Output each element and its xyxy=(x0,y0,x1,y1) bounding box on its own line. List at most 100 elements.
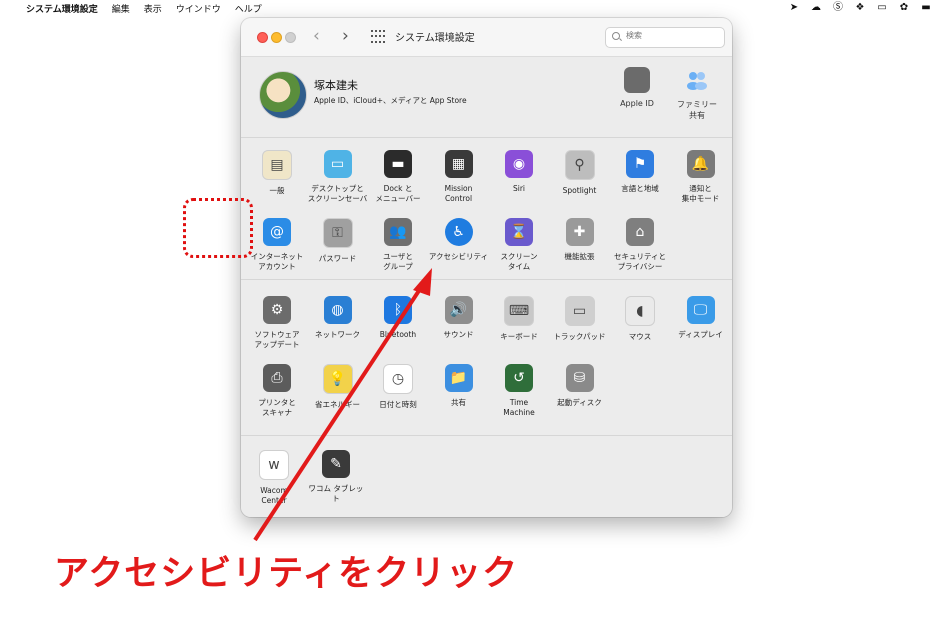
menu-help[interactable]: ヘルプ xyxy=(235,2,262,15)
accessibility-highlight-ring xyxy=(183,198,253,258)
pane-label: 省エネルギー xyxy=(315,400,360,409)
keyboard-icon: ⌨ xyxy=(504,296,534,326)
user-subtitle[interactable]: Apple ID、iCloud+、メディアと App Store xyxy=(314,95,467,106)
pane-trackpad[interactable]: ▭ トラックパッド xyxy=(549,296,611,342)
pane-label: ワコム タブレット xyxy=(308,484,364,503)
pane-startup-disk[interactable]: ⛁ 起動ディスク xyxy=(549,364,611,408)
pane-sharing[interactable]: 📁 共有 xyxy=(428,364,490,408)
pane-label: Siri xyxy=(512,184,525,193)
app-extension-icon[interactable]: ✿ xyxy=(898,2,910,14)
pane-internet-accounts[interactable]: @ インターネット アカウント xyxy=(246,218,308,272)
date-time-icon: ◷ xyxy=(383,364,413,394)
family-sharing-icon xyxy=(684,67,710,93)
minimize-button[interactable] xyxy=(271,32,282,43)
skype-icon[interactable]: Ⓢ xyxy=(832,2,844,14)
sound-icon: 🔊 xyxy=(444,296,473,324)
show-all-grid-icon[interactable] xyxy=(371,30,385,44)
pane-keyboard[interactable]: ⌨ キーボード xyxy=(488,296,550,342)
menu-window[interactable]: ウインドウ xyxy=(176,2,221,15)
notification-icon: 🔔 xyxy=(686,150,715,178)
pane-label: パスワード xyxy=(318,254,357,263)
pane-label: インターネット アカウント xyxy=(250,252,304,271)
general-icon: ▤ xyxy=(262,150,292,180)
pane-screen-time[interactable]: ⌛ スクリーン タイム xyxy=(488,218,550,272)
status-bar: ➤ ☁ Ⓢ ❖ ▭ ✿ ▬ xyxy=(788,2,932,14)
pane-time-machine[interactable]: ↺ Time Machine xyxy=(488,364,550,418)
pane-general[interactable]: ▤ 一般 xyxy=(246,150,308,196)
annotation-text: アクセシビリティをクリック xyxy=(54,554,519,594)
pane-wacom-center[interactable]: w Wacom Center xyxy=(243,450,305,506)
password-icon: ⚿ xyxy=(322,218,353,248)
pane-label: 通知と 集中モード xyxy=(681,184,720,203)
pane-extensions[interactable]: ✚ 機能拡張 xyxy=(549,218,611,262)
pane-label: セキュリティと プライバシー xyxy=(613,252,667,271)
startup-disk-icon: ⛁ xyxy=(565,364,594,392)
pane-energy-saver[interactable]: 💡 省エネルギー xyxy=(307,364,369,410)
pane-desktop[interactable]: ▭ デスクトップと スクリーンセーバ xyxy=(307,150,369,204)
pane-language[interactable]: ⚑ 言語と地域 xyxy=(609,150,671,194)
search-icon xyxy=(612,32,620,40)
family-sharing-pane[interactable]: ファミリー 共有 xyxy=(667,67,727,121)
dropbox-icon[interactable]: ❖ xyxy=(854,2,866,14)
pane-bluetooth[interactable]: ᛒ Bluetooth xyxy=(367,296,429,340)
control-center-icon[interactable]: ▬ xyxy=(920,2,932,14)
pane-label: Bluetooth xyxy=(379,330,417,339)
pane-dock[interactable]: ▬ Dock と メニューバー xyxy=(367,150,429,204)
pane-users[interactable]: 👥 ユーザと グループ xyxy=(367,218,429,272)
pane-password[interactable]: ⚿ パスワード xyxy=(307,218,369,264)
section-personal: ▤ 一般 ▭ デスクトップと スクリーンセーバ ▬ Dock と メニューバー ▦ Missi… xyxy=(241,138,732,280)
location-icon[interactable]: ➤ xyxy=(788,2,800,14)
avatar[interactable] xyxy=(259,71,307,119)
pane-label: ユーザと グループ xyxy=(383,252,413,271)
search-input[interactable] xyxy=(626,31,716,40)
pane-mission-control[interactable]: ▦ Mission Control xyxy=(428,150,490,204)
display-icon: 🖵 xyxy=(686,296,715,324)
pane-label: デスクトップと スクリーンセーバ xyxy=(307,184,368,203)
pane-network[interactable]: ◍ ネットワーク xyxy=(307,296,369,340)
window-title: システム環境設定 xyxy=(395,33,475,44)
apple-id-pane[interactable]: Apple ID xyxy=(607,67,667,108)
forward-chevron-icon[interactable]: › xyxy=(342,26,349,46)
trackpad-icon: ▭ xyxy=(564,296,595,326)
creative-cloud-icon[interactable]: ☁ xyxy=(810,2,822,14)
menu-app-name[interactable]: システム環境設定 xyxy=(26,2,98,15)
account-header: 塚本建未 Apple ID、iCloud+、メディアと App Store Ap… xyxy=(241,57,732,138)
software-update-icon: ⚙ xyxy=(263,296,291,324)
sharing-icon: 📁 xyxy=(444,364,473,392)
wacom-tablet-icon: ✎ xyxy=(322,450,350,478)
pane-spotlight[interactable]: ⚲ Spotlight xyxy=(549,150,611,196)
pane-label: サウンド xyxy=(443,330,474,339)
search-field[interactable] xyxy=(605,27,725,48)
user-name[interactable]: 塚本建未 xyxy=(314,77,358,93)
energy-saver-icon: 💡 xyxy=(322,364,353,394)
pane-software-update[interactable]: ⚙ ソフトウェア アップデート xyxy=(246,296,308,350)
pane-label: 言語と地域 xyxy=(621,184,659,193)
menu-view[interactable]: 表示 xyxy=(144,2,162,15)
back-chevron-icon[interactable]: ‹ xyxy=(313,26,320,46)
zoom-button[interactable] xyxy=(285,32,296,43)
pane-label: 機能拡張 xyxy=(564,252,595,261)
family-sharing-label: ファミリー 共有 xyxy=(677,100,717,120)
screen-mirroring-icon[interactable]: ▭ xyxy=(876,2,888,14)
pane-display[interactable]: 🖵 ディスプレイ xyxy=(670,296,732,340)
section-other: w Wacom Center ✎ ワコム タブレット xyxy=(241,436,732,517)
section-hardware: ⚙ ソフトウェア アップデート ◍ ネットワーク ᛒ Bluetooth 🔊 サウンド ⌨ キーボ… xyxy=(241,280,732,436)
pane-siri[interactable]: ◉ Siri xyxy=(488,150,550,194)
pane-accessibility[interactable]: ♿ アクセシビリティ xyxy=(428,218,490,262)
pane-security[interactable]: ⌂ セキュリティと プライバシー xyxy=(609,218,671,272)
wacom-center-icon: w xyxy=(259,450,289,480)
pane-notification[interactable]: 🔔 通知と 集中モード xyxy=(670,150,732,204)
desktop-icon: ▭ xyxy=(323,150,352,178)
close-button[interactable] xyxy=(257,32,268,43)
language-icon: ⚑ xyxy=(626,150,654,178)
pane-label: プリンタと スキャナ xyxy=(258,398,296,417)
spotlight-icon: ⚲ xyxy=(564,150,595,180)
internet-accounts-icon: @ xyxy=(263,218,291,246)
pane-mouse[interactable]: ◖ マウス xyxy=(609,296,671,342)
pane-sound[interactable]: 🔊 サウンド xyxy=(428,296,490,340)
pane-date-time[interactable]: ◷ 日付と時刻 xyxy=(367,364,429,410)
pane-label: ソフトウェア アップデート xyxy=(254,330,300,349)
pane-printer[interactable]: ⎙ プリンタと スキャナ xyxy=(246,364,308,418)
pane-wacom-tablet[interactable]: ✎ ワコム タブレット xyxy=(305,450,367,504)
menu-edit[interactable]: 編集 xyxy=(112,2,130,15)
